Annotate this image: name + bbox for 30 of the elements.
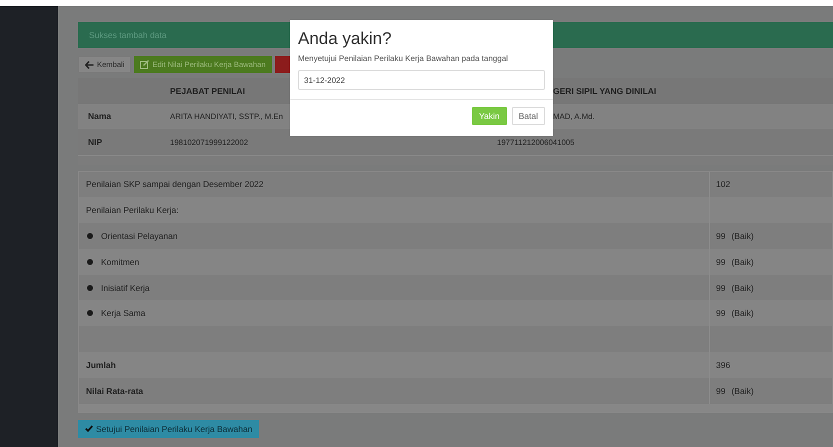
score-label: Penilaian SKP sampai dengan Desember 2022 <box>86 179 264 190</box>
dialog-message: Menyetujui Penilaian Perilaku Kerja Bawahan pada tanggal <box>298 54 509 63</box>
grade-text: (Baik) <box>731 308 754 318</box>
approve-button[interactable]: Setujui Penilaian Perilaku Kerja Bawahan <box>78 420 260 438</box>
row-label: NIP <box>87 136 104 147</box>
dialog-title: Anda yakin? <box>298 29 393 49</box>
total-label: Jumlah <box>86 360 116 370</box>
grade-text: (Baik) <box>731 230 754 241</box>
score-value: 396 <box>716 360 730 370</box>
row-label: Nama <box>87 111 112 122</box>
cancel-button[interactable]: Batal <box>512 107 545 125</box>
grade-text: (Baik) <box>731 386 754 396</box>
criterion-label: Komitmen <box>101 256 140 267</box>
criterion-label: Kerja Sama <box>101 308 146 318</box>
confirm-button[interactable]: Yakin <box>472 107 507 125</box>
date-field[interactable]: 31-12-2022 <box>298 70 545 90</box>
score-value: 99 <box>716 256 726 267</box>
column-header: PEJABAT PENILAI <box>170 86 246 96</box>
total-label: Nilai Rata-rata <box>86 386 144 396</box>
column-header: GERI SIPIL YANG DINILAI <box>552 86 658 96</box>
score-value: 99 <box>716 282 726 293</box>
score-value: 99 <box>716 386 726 396</box>
score-label: Penilaian Perilaku Kerja: <box>86 205 179 216</box>
criterion-label: Orientasi Pelayanan <box>101 230 178 241</box>
score-value: 99 <box>716 308 726 318</box>
criterion-label: Inisiatif Kerja <box>101 282 150 293</box>
score-value: 102 <box>716 179 730 190</box>
grade-text: (Baik) <box>731 256 754 267</box>
grade-text: (Baik) <box>731 282 754 293</box>
score-value: 99 <box>716 230 726 241</box>
